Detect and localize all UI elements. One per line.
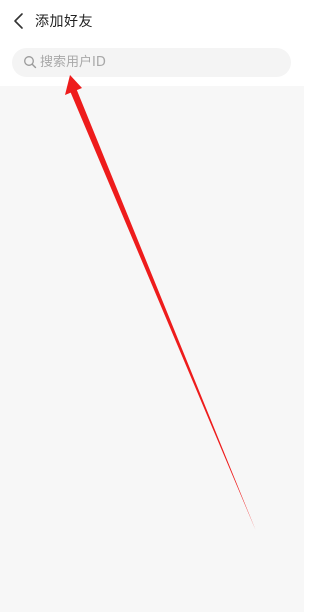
search-input[interactable] <box>40 52 280 72</box>
chevron-left-icon <box>14 13 23 29</box>
header-bar: 添加好友 <box>0 0 313 44</box>
page-title: 添加好友 <box>35 14 93 30</box>
search-bar[interactable] <box>12 48 291 77</box>
results-area <box>0 86 304 612</box>
back-button[interactable] <box>8 10 30 32</box>
add-friend-page: 添加好友 <box>0 0 313 612</box>
search-icon <box>23 55 37 69</box>
